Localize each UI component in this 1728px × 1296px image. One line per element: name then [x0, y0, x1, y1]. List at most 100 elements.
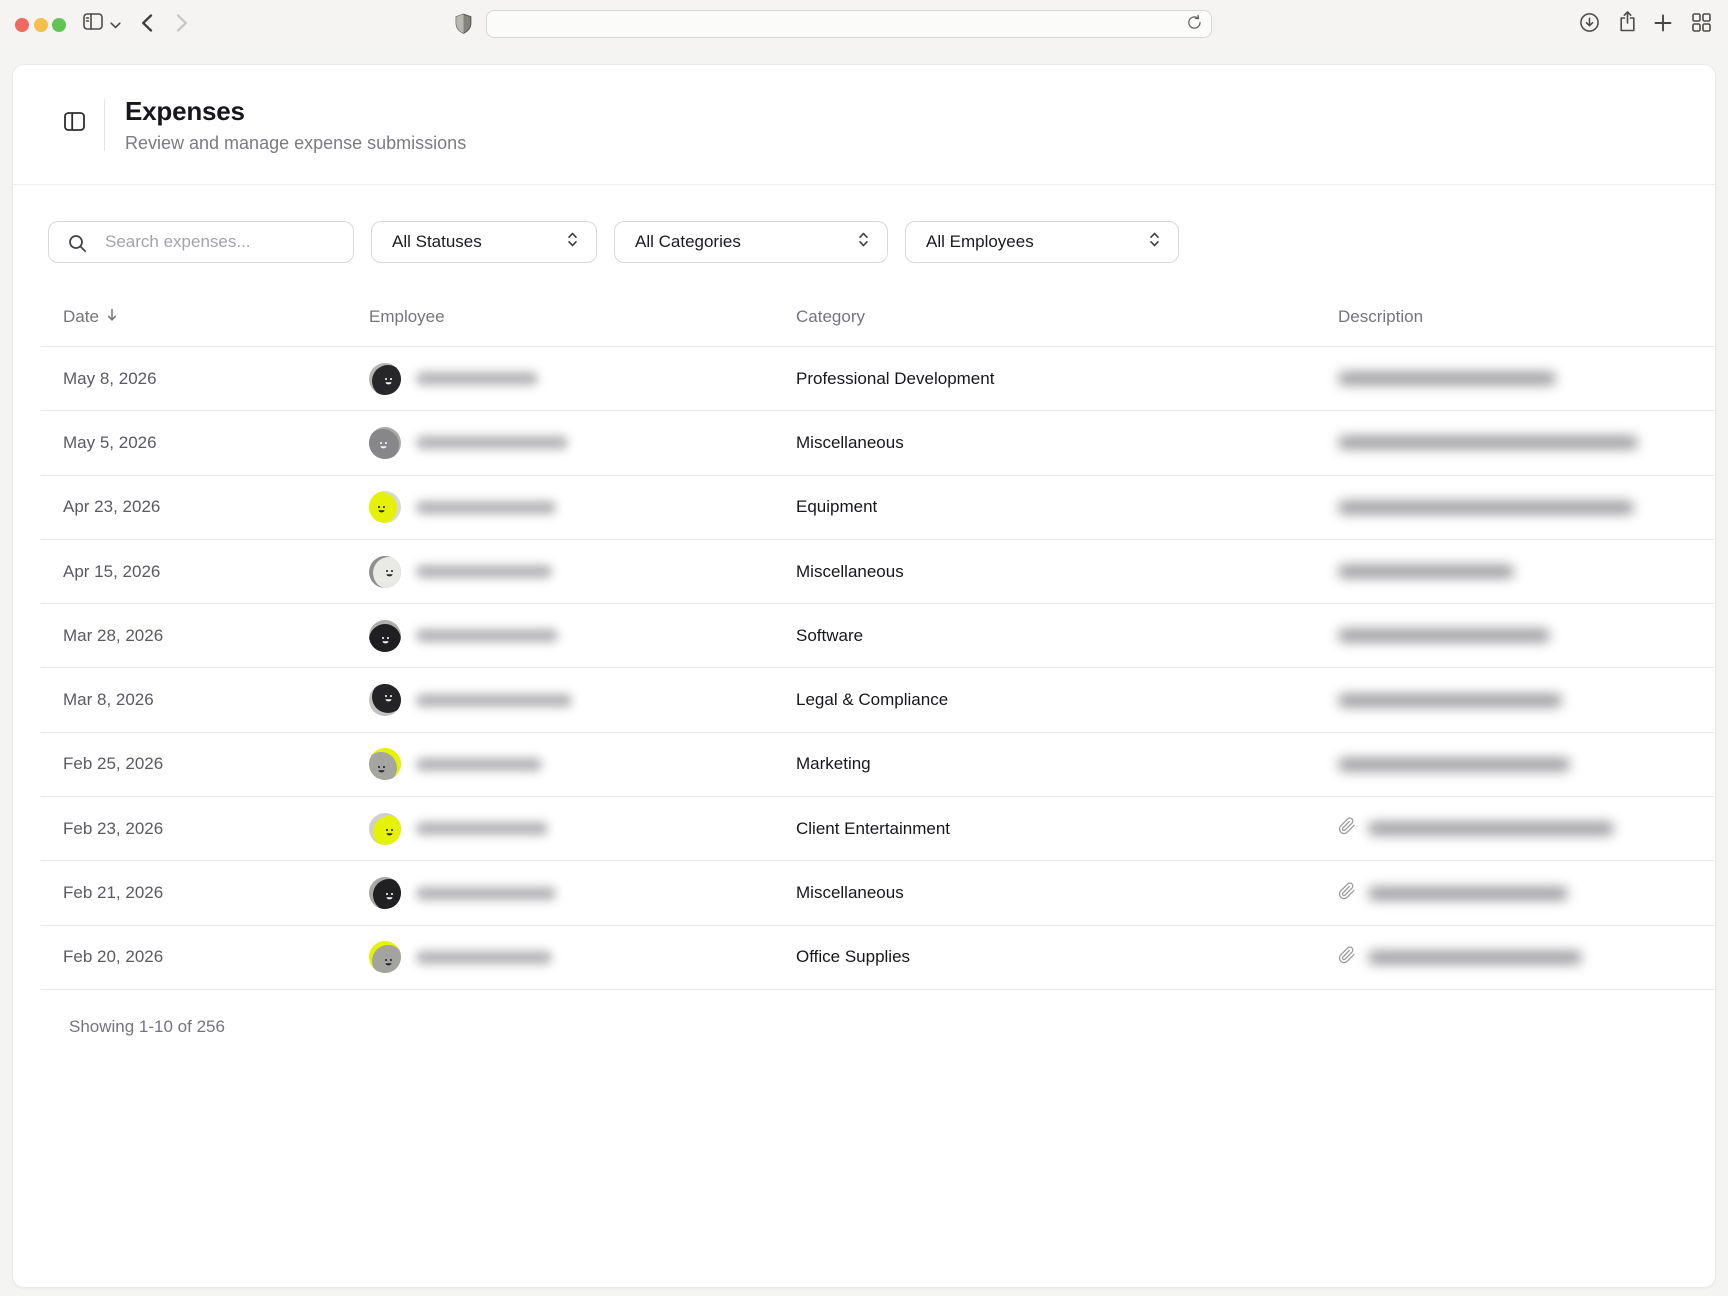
cell-employee — [369, 877, 796, 909]
column-label: Description — [1338, 307, 1423, 327]
column-header-description[interactable]: Description — [1338, 307, 1715, 327]
expenses-panel: Expenses Review and manage expense submi… — [12, 64, 1716, 1288]
description-redacted — [1368, 822, 1614, 835]
table-row: Feb 25, 2026 Marketing — [41, 733, 1715, 797]
employee-name-redacted — [416, 758, 542, 771]
cell-category: Client Entertainment — [796, 819, 1338, 839]
download-icon — [1579, 12, 1600, 36]
browser-toolbar — [0, 0, 1728, 46]
page-title: Expenses — [125, 95, 466, 127]
avatar-face — [373, 816, 401, 845]
cell-category: Miscellaneous — [796, 883, 1338, 903]
status-filter-select[interactable]: All Statuses — [371, 221, 597, 263]
avatar-face — [369, 492, 397, 523]
tab-overview-button[interactable] — [1689, 13, 1713, 35]
back-icon — [141, 14, 153, 35]
description-redacted — [1338, 501, 1634, 514]
avatar-face — [373, 557, 401, 588]
avatar-face — [369, 624, 401, 652]
avatar-face — [373, 879, 401, 909]
privacy-shield-icon[interactable] — [452, 12, 474, 36]
reload-icon[interactable] — [1186, 14, 1203, 34]
avatar — [369, 427, 401, 459]
cell-employee — [369, 941, 796, 973]
description-redacted — [1338, 436, 1638, 449]
employee-filter-select[interactable]: All Employees — [905, 221, 1179, 263]
employee-name-redacted — [416, 436, 568, 449]
employee-name-redacted — [416, 565, 552, 578]
cell-category: Software — [796, 626, 1338, 646]
table-row: Feb 23, 2026 Client Entertainment — [41, 797, 1715, 861]
avatar — [369, 748, 401, 780]
chevron-up-down-icon — [856, 231, 871, 253]
cell-category: Marketing — [796, 754, 1338, 774]
chevron-up-down-icon — [1147, 231, 1162, 253]
employee-name-redacted — [416, 887, 556, 900]
panel-left-icon — [63, 120, 86, 135]
search-box — [48, 221, 354, 263]
cell-category: Professional Development — [796, 369, 1338, 389]
cell-date: Apr 15, 2026 — [63, 562, 369, 582]
window-minimize-button[interactable] — [34, 18, 48, 32]
attachment-icon — [1338, 817, 1356, 840]
cell-description — [1338, 436, 1715, 449]
avatar-face — [369, 429, 399, 459]
cell-employee — [369, 620, 796, 652]
pagination-summary: Showing 1-10 of 256 — [69, 1017, 1715, 1037]
browser-back-button[interactable] — [138, 13, 156, 35]
description-redacted — [1338, 629, 1550, 642]
cell-employee — [369, 748, 796, 780]
description-redacted — [1338, 565, 1514, 578]
address-input[interactable] — [495, 16, 1186, 32]
address-bar[interactable] — [486, 10, 1212, 38]
cell-description — [1338, 694, 1715, 707]
window-close-button[interactable] — [15, 18, 29, 32]
browser-sidebar-button[interactable] — [80, 11, 106, 35]
cell-description — [1338, 372, 1715, 385]
cell-category: Miscellaneous — [796, 433, 1338, 453]
attachment-icon — [1338, 946, 1356, 969]
avatar — [369, 813, 401, 845]
cell-description — [1338, 565, 1715, 578]
new-tab-icon — [1654, 14, 1672, 35]
table-row: Feb 21, 2026 Miscellaneous — [41, 861, 1715, 925]
cell-description — [1338, 817, 1715, 840]
table-row: Mar 28, 2026 Software — [41, 604, 1715, 668]
employee-name-redacted — [416, 822, 548, 835]
sidebar-menu-chevron[interactable] — [108, 18, 122, 30]
column-header-date[interactable]: Date — [63, 307, 369, 327]
forward-icon — [176, 14, 188, 35]
table-row: Apr 23, 2026 Equipment — [41, 476, 1715, 540]
cell-employee — [369, 491, 796, 523]
cell-date: Mar 28, 2026 — [63, 626, 369, 646]
column-label: Category — [796, 307, 865, 327]
cell-date: May 8, 2026 — [63, 369, 369, 389]
search-input[interactable] — [49, 222, 353, 262]
share-icon — [1617, 10, 1638, 36]
window-zoom-button[interactable] — [52, 18, 66, 32]
avatar-face — [372, 945, 401, 973]
column-label: Date — [63, 307, 99, 327]
table-row: Feb 20, 2026 Office Supplies — [41, 926, 1715, 990]
avatar — [369, 491, 401, 523]
avatar-face — [372, 684, 401, 713]
cell-date: Apr 23, 2026 — [63, 497, 369, 517]
column-header-category[interactable]: Category — [796, 307, 1338, 327]
cell-description — [1338, 629, 1715, 642]
column-header-employee[interactable]: Employee — [369, 307, 796, 327]
downloads-button[interactable] — [1577, 13, 1601, 35]
browser-forward-button[interactable] — [173, 13, 191, 35]
cell-category: Equipment — [796, 497, 1338, 517]
share-button[interactable] — [1615, 11, 1639, 35]
new-tab-button[interactable] — [1652, 13, 1674, 35]
cell-description — [1338, 758, 1715, 771]
category-filter-select[interactable]: All Categories — [614, 221, 888, 263]
table-row: Mar 8, 2026 Legal & Compliance — [41, 668, 1715, 732]
avatar — [369, 620, 401, 652]
cell-employee — [369, 427, 796, 459]
cell-date: May 5, 2026 — [63, 433, 369, 453]
attachment-icon — [1338, 882, 1356, 905]
app-sidebar-toggle-button[interactable] — [63, 111, 86, 135]
cell-category: Miscellaneous — [796, 562, 1338, 582]
description-redacted — [1338, 758, 1570, 771]
